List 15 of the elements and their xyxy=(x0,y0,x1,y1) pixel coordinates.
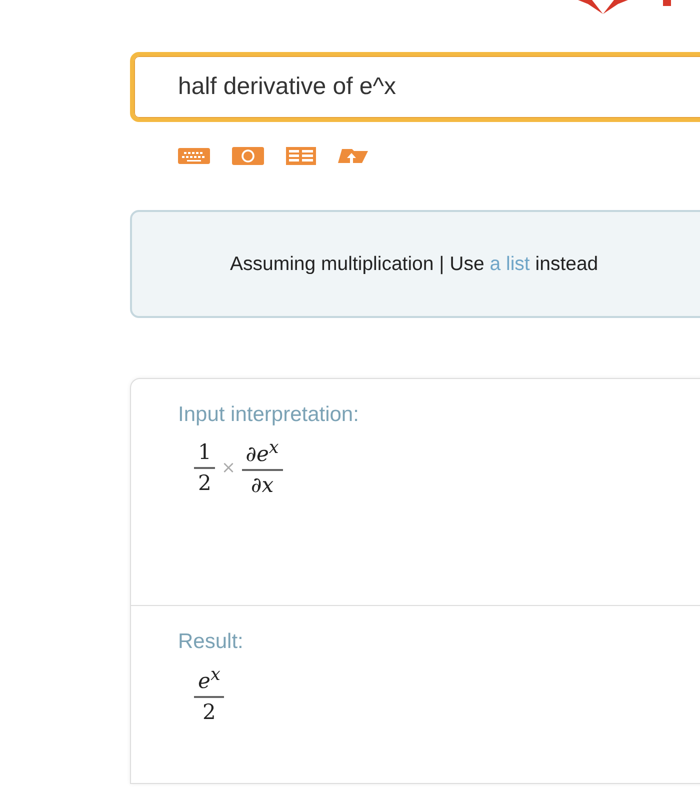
keyboard-icon[interactable] xyxy=(178,148,210,164)
pod-title: Input interpretation: xyxy=(178,403,360,427)
numerator: ∂e$^{x}$ xyxy=(244,439,280,466)
camera-icon[interactable] xyxy=(232,147,264,165)
numerator: e$^{x}$ xyxy=(197,666,222,694)
numerator: 1 xyxy=(197,441,212,464)
denominator: 2 xyxy=(201,700,217,724)
table-icon[interactable] xyxy=(286,147,316,165)
pod-title: Result: xyxy=(178,630,244,654)
upload-icon[interactable] xyxy=(338,147,368,165)
search-field[interactable]: half derivative of e^x xyxy=(130,52,700,122)
times-sign: × xyxy=(221,458,236,478)
assumption-text: Assuming multiplication | Use a list instead xyxy=(230,252,598,276)
denominator: 2 xyxy=(197,472,212,495)
denominator: ∂x xyxy=(250,474,275,497)
